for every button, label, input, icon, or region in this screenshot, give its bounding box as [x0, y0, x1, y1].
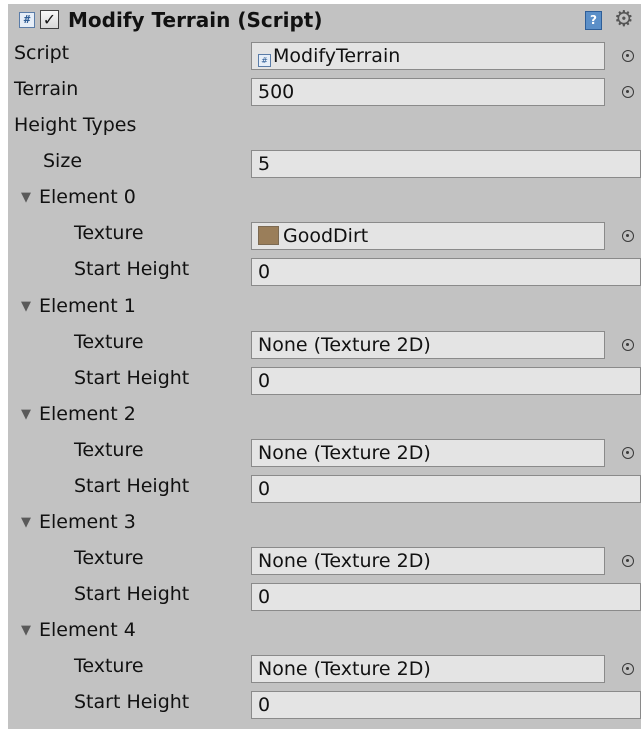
size-field[interactable]: 5 [251, 150, 641, 178]
script-label: Script [14, 42, 70, 64]
inspector-panel: # ✓ Modify Terrain (Script) ? ⚙ Script #… [8, 4, 641, 729]
texture-row: Texture None (Texture 2D) [8, 327, 641, 361]
script-value: ModifyTerrain [273, 45, 401, 67]
start-height-label: Start Height [74, 367, 190, 389]
element-foldout[interactable]: ▼ Element 2 [8, 399, 641, 433]
object-picker-icon[interactable] [622, 50, 634, 62]
element-foldout-label[interactable]: ▼ Element 4 [21, 619, 136, 641]
height-types-row[interactable]: Height Types [8, 110, 641, 144]
texture-label: Texture [74, 331, 144, 353]
start-height-field[interactable]: 0 [251, 691, 641, 719]
terrain-field[interactable]: 500 [251, 78, 605, 106]
element-foldout-label[interactable]: ▼ Element 1 [21, 295, 136, 317]
terrain-label: Terrain [14, 78, 79, 100]
element-label: Element 0 [39, 186, 136, 208]
start-height-field[interactable]: 0 [251, 258, 641, 286]
texture-label: Texture [74, 547, 144, 569]
csharp-script-icon: # [19, 12, 35, 28]
texture-label: Texture [74, 222, 144, 244]
start-height-row: Start Height 0 [8, 579, 641, 613]
start-height-label: Start Height [74, 583, 190, 605]
object-picker-icon[interactable] [622, 447, 634, 459]
foldout-arrow-icon[interactable]: ▼ [21, 299, 39, 314]
start-height-row: Start Height 0 [8, 254, 641, 288]
start-height-row: Start Height 0 [8, 363, 641, 397]
start-height-label: Start Height [74, 258, 190, 280]
foldout-arrow-icon[interactable]: ▼ [21, 407, 39, 422]
texture-row: Texture GoodDirt [8, 218, 641, 252]
script-row: Script # ModifyTerrain [8, 38, 641, 72]
start-height-field[interactable]: 0 [251, 367, 641, 395]
script-field[interactable]: # ModifyTerrain [251, 42, 605, 70]
foldout-arrow-icon[interactable]: ▼ [21, 623, 39, 638]
element-label: Element 3 [39, 511, 136, 533]
texture-row: Texture None (Texture 2D) [8, 435, 641, 469]
terrain-row: Terrain 500 [8, 74, 641, 108]
texture-value: None (Texture 2D) [258, 334, 431, 356]
component-title[interactable]: Modify Terrain (Script) [68, 8, 322, 32]
texture-row: Texture None (Texture 2D) [8, 651, 641, 685]
start-height-row: Start Height 0 [8, 687, 641, 721]
start-height-value: 0 [258, 694, 271, 716]
start-height-value: 0 [258, 586, 271, 608]
texture-value: None (Texture 2D) [258, 442, 431, 464]
texture-field[interactable]: None (Texture 2D) [251, 439, 605, 467]
element-foldout-label[interactable]: ▼ Element 2 [21, 403, 136, 425]
object-picker-icon[interactable] [622, 230, 634, 242]
component-enabled-checkbox[interactable]: ✓ [40, 10, 59, 29]
texture-thumbnail [258, 226, 279, 245]
start-height-field[interactable]: 0 [251, 583, 641, 611]
texture-row: Texture None (Texture 2D) [8, 543, 641, 577]
element-label: Element 4 [39, 619, 136, 641]
texture-value: None (Texture 2D) [258, 550, 431, 572]
size-row: Size 5 [8, 146, 641, 180]
start-height-label: Start Height [74, 691, 190, 713]
texture-value: None (Texture 2D) [258, 658, 431, 680]
texture-field[interactable]: GoodDirt [251, 222, 605, 250]
object-picker-icon[interactable] [622, 555, 634, 567]
element-foldout[interactable]: ▼ Element 4 [8, 615, 641, 649]
texture-label: Texture [74, 439, 144, 461]
texture-field[interactable]: None (Texture 2D) [251, 331, 605, 359]
element-label: Element 1 [39, 295, 136, 317]
height-types-label[interactable]: Height Types [14, 114, 136, 136]
size-value: 5 [258, 153, 271, 175]
start-height-field[interactable]: 0 [251, 475, 641, 503]
texture-value: GoodDirt [283, 225, 369, 247]
element-foldout-label[interactable]: ▼ Element 3 [21, 511, 136, 533]
gear-icon[interactable]: ⚙ [614, 7, 634, 33]
object-picker-icon[interactable] [622, 339, 634, 351]
start-height-value: 0 [258, 478, 271, 500]
element-label: Element 2 [39, 403, 136, 425]
book-icon[interactable]: ? [585, 11, 602, 30]
texture-field[interactable]: None (Texture 2D) [251, 547, 605, 575]
texture-label: Texture [74, 655, 144, 677]
start-height-value: 0 [258, 370, 271, 392]
terrain-value: 500 [258, 81, 295, 103]
size-label: Size [43, 150, 83, 172]
start-height-label: Start Height [74, 475, 190, 497]
texture-field[interactable]: None (Texture 2D) [251, 655, 605, 683]
csharp-script-icon: # [258, 54, 271, 67]
foldout-arrow-icon[interactable]: ▼ [21, 515, 39, 530]
object-picker-icon[interactable] [622, 86, 634, 98]
component-header[interactable]: # ✓ Modify Terrain (Script) ? ⚙ [8, 4, 641, 38]
element-foldout[interactable]: ▼ Element 0 [8, 182, 641, 216]
foldout-arrow-icon[interactable]: ▼ [21, 190, 39, 205]
start-height-row: Start Height 0 [8, 471, 641, 505]
object-picker-icon[interactable] [622, 663, 634, 675]
start-height-value: 0 [258, 261, 271, 283]
element-foldout[interactable]: ▼ Element 3 [8, 507, 641, 541]
element-foldout-label[interactable]: ▼ Element 0 [21, 186, 136, 208]
element-foldout[interactable]: ▼ Element 1 [8, 291, 641, 325]
